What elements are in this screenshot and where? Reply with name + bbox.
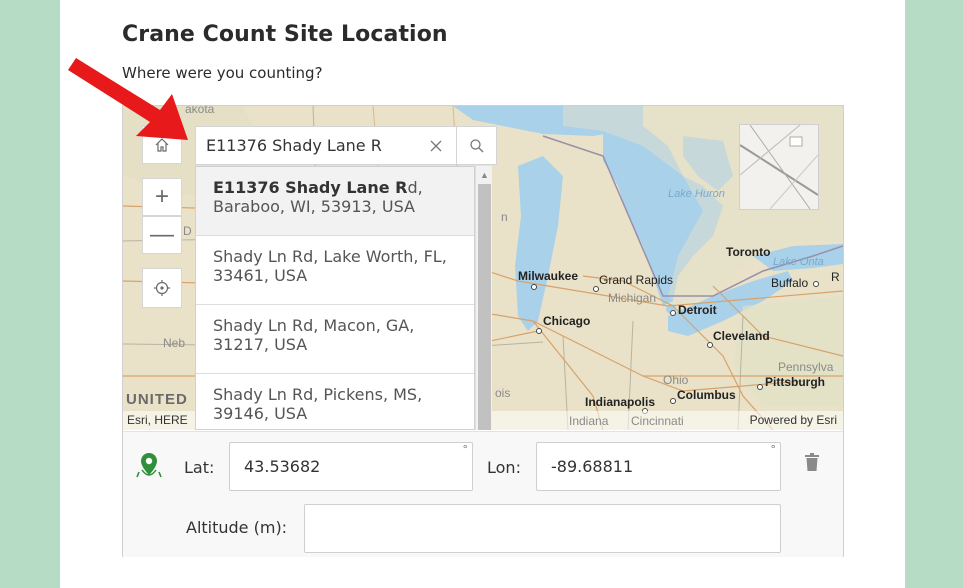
crosshair-icon [154,280,170,296]
altitude-label: Altitude (m): [186,518,288,537]
suggestion-line1: Shady Ln Rd, Macon, GA, [213,316,415,335]
search-icon [469,138,483,152]
map-label-grand-rapids: Grand Rapids [599,273,674,287]
map-label-n: n [501,210,508,224]
overview-map-thumbnail [739,124,819,210]
overview-map[interactable] [739,124,819,210]
address-search [195,126,497,165]
suggestion-line1: Shady Ln Rd, Lake Worth, FL, [213,247,447,266]
map-label-toronto: Toronto [726,245,771,259]
zoom-in-button[interactable]: + [142,178,182,216]
search-button[interactable] [456,127,496,164]
suggestions-list: E11376 Shady Lane Rd, Baraboo, WI, 53913… [195,166,475,430]
powered-by-esri-link[interactable]: Powered by Esri [750,413,837,427]
map-label-michigan: Michigan [608,291,657,305]
close-icon [430,140,442,151]
map-label-buffalo: Buffalo [771,276,809,290]
zoom-out-button[interactable]: — [142,216,182,254]
red-arrow-annotation [68,58,188,140]
city-dot-detroit [670,310,676,316]
latitude-input[interactable]: 43.53682 ° [229,442,473,491]
map-view[interactable]: akota D n Lake Huron Toronto Lake Onta M… [123,106,843,430]
coordinates-panel: Lat: 43.53682 ° Lon: -89.68811 ° Altitud… [123,431,843,557]
map-label-columbus: Columbus [677,388,736,402]
city-dot-chicago [536,328,542,334]
suggestion-line2: 31217, USA [213,335,308,354]
map-label-lake-ontario: Lake Onta [773,256,824,268]
map-label-d: D [183,224,192,238]
attribution-sources: Esri, HERE [127,413,188,427]
map-label-detroit: Detroit [678,303,717,317]
chevron-up-icon[interactable]: ▲ [476,166,493,183]
suggestions-scrollbar[interactable]: ▲ [475,166,492,430]
suggestion-item[interactable]: Shady Ln Rd, Pickens, MS, 39146, USA [196,374,474,429]
minus-icon: — [150,221,174,248]
longitude-value: -89.68811 [551,457,634,476]
city-dot-columbus [670,398,676,404]
suggestion-line2: 39146, USA [213,404,308,423]
lat-label: Lat: [184,458,215,477]
page-title: Crane Count Site Location [122,22,448,47]
lon-label: Lon: [487,458,521,477]
map-label-indianapolis: Indianapolis [585,395,656,409]
map-label-r: R [831,270,840,284]
suggestion-line1: Shady Ln Rd, Pickens, MS, [213,385,423,404]
scrollbar-thumb[interactable] [478,184,491,430]
map-label-milwaukee: Milwaukee [518,269,579,283]
map-label-chicago: Chicago [543,314,591,328]
map-label-cleveland: Cleveland [713,329,770,343]
suggestion-line2: Baraboo, WI, 53913, USA [213,197,415,216]
lat-degree-symbol: ° [462,443,469,456]
map-label-ohio: Ohio [663,373,689,387]
map-label-united: UNITED [126,391,188,408]
suggestion-item[interactable]: E11376 Shady Lane Rd, Baraboo, WI, 53913… [196,167,474,236]
map-label-ois: ois [495,386,511,400]
city-dot-grand-rapids [593,286,599,292]
map-label-cincinnati: Cincinnati [631,414,684,428]
city-dot-buffalo [813,281,819,287]
map-label-indiana: Indiana [569,414,609,428]
map-label-lake-huron: Lake Huron [668,188,725,200]
latitude-value: 43.53682 [244,457,321,476]
suggestion-line2: 33461, USA [213,266,308,285]
map-label-pennsylvania: Pennsylva [778,360,834,374]
city-dot-milwaukee [531,284,537,290]
city-dot-pittsburgh [757,384,763,390]
altitude-input[interactable] [304,504,781,553]
clear-search-button[interactable] [416,127,456,164]
suggestion-item[interactable]: Shady Ln Rd, Macon, GA, 31217, USA [196,305,474,374]
suggestion-item[interactable]: Shady Ln Rd, Lake Worth, FL, 33461, USA [196,236,474,305]
map-widget: akota D n Lake Huron Toronto Lake Onta M… [122,105,844,557]
city-dot-cleveland [707,342,713,348]
map-label-neb: Neb [163,336,186,350]
map-label-pittsburgh: Pittsburgh [765,375,825,389]
plus-icon: + [154,183,169,210]
trash-icon[interactable] [804,452,820,472]
longitude-input[interactable]: -89.68811 ° [536,442,781,491]
location-pin-icon[interactable] [136,450,162,480]
locate-button[interactable] [142,268,182,308]
lon-degree-symbol: ° [770,443,777,456]
search-input[interactable] [196,127,416,164]
suggestion-line1: E11376 Shady Lane Rd, [213,178,423,197]
